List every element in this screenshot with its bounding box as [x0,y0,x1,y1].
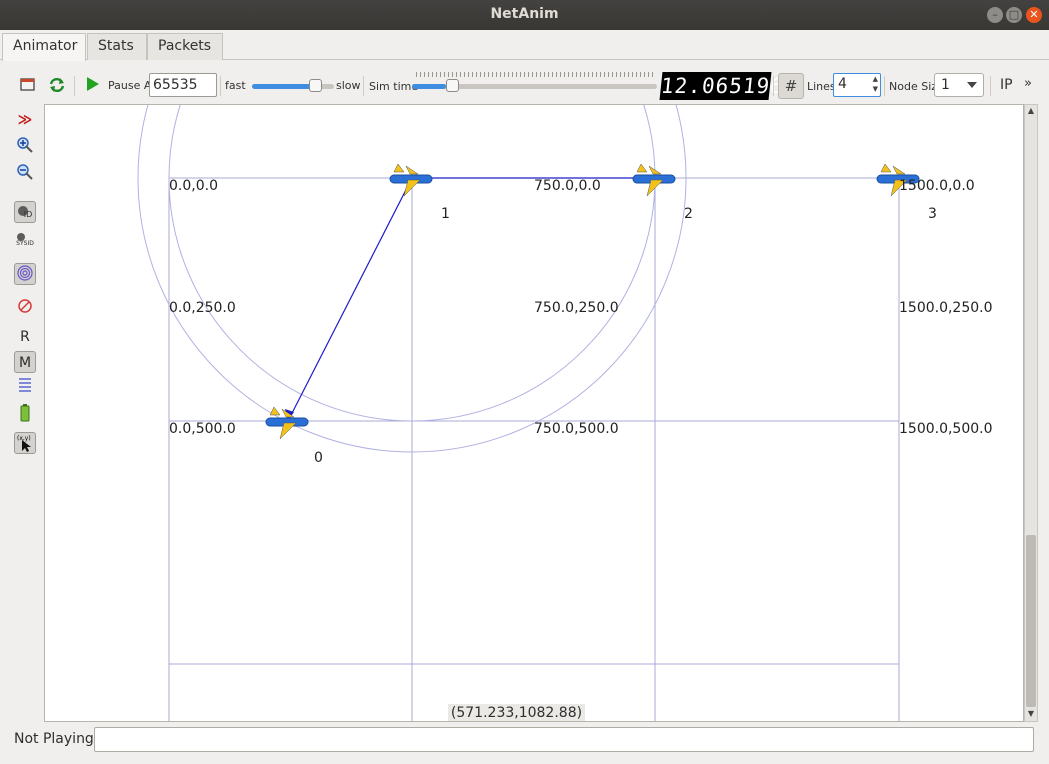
close-icon[interactable]: ✕ [1026,7,1042,23]
spin-down-icon[interactable]: ▼ [873,85,878,93]
window-title: NetAnim [490,6,559,22]
title-bar: NetAnim – □ ✕ [0,0,1049,30]
slow-label: slow [336,79,361,92]
grid-lines [168,177,900,721]
battery-icon[interactable] [14,404,36,426]
grid-label: 0.0,250.0 [169,300,236,316]
show-node-id-button[interactable]: ID [14,201,36,223]
animator-toolbar: Pause At 65535 fast slow Sim time 12.065… [0,66,1049,106]
sim-time-slider-handle[interactable] [446,79,460,92]
node-1-plane-icon[interactable] [389,163,433,197]
grid-label: 0.0,0.0 [169,178,218,194]
animation-canvas[interactable]: 0.0,0.0 750.0,0.0 1500.0,0.0 0.0,250.0 7… [44,104,1024,722]
left-toolbar: ≫ ID SYSID R M (x,y) [0,106,44,722]
chevron-down-icon [967,82,977,88]
mouse-position-button[interactable]: (x,y) [14,432,36,454]
lines-value: 4 [838,76,847,92]
ip-toggle-button[interactable]: IP [1000,77,1013,93]
node-id-label: 3 [928,206,937,222]
scrollbar-thumb[interactable] [1026,535,1036,707]
zoom-in-icon[interactable] [14,136,36,158]
minimize-icon[interactable]: – [987,7,1003,23]
speed-slider-handle[interactable] [308,79,322,92]
tab-animator[interactable]: Animator [2,33,86,61]
node-id-label: 0 [314,450,323,466]
node-id-label: 2 [684,206,693,222]
grid-label: 1500.0,250.0 [899,300,993,316]
expand-icon[interactable]: ≫ [14,109,36,131]
grid-label: 750.0,0.0 [534,178,601,194]
scroll-down-icon[interactable]: ▼ [1026,709,1036,719]
lines-label: Lines [807,80,836,93]
packet-lines-icon[interactable] [14,376,36,398]
system-id-label: SYSID [16,240,34,247]
tab-bar: Animator Stats Packets [0,30,1049,61]
node-2-plane-icon[interactable] [632,163,676,197]
sim-time-display: 12.065196 [659,72,786,100]
pause-at-input[interactable]: 65535 [149,73,217,97]
wireless-circles-button[interactable] [14,263,36,285]
tab-packets[interactable]: Packets [147,33,223,60]
tab-stats[interactable]: Stats [87,33,147,60]
no-entry-icon[interactable] [14,298,36,320]
topology-view [137,105,920,721]
node-size-select[interactable]: 1 [934,73,984,97]
grid-label: 1500.0,0.0 [899,178,975,194]
node-id-label: 1 [441,206,450,222]
status-label: Not Playing [14,731,94,747]
mobility-button[interactable]: M [14,351,36,373]
show-system-id-button[interactable]: SYSID [14,230,36,252]
mouse-coordinates: (571.233,1082.88) [448,704,585,721]
node-size-value: 1 [941,77,950,93]
grid-icon: # [784,77,798,95]
spin-up-icon[interactable]: ▲ [873,75,878,83]
svg-text:(x,y): (x,y) [17,435,31,442]
grid-label: 750.0,500.0 [534,421,619,437]
zoom-out-icon[interactable] [14,163,36,185]
sim-time-label: Sim time [369,80,419,93]
maximize-icon[interactable]: □ [1006,7,1022,23]
play-icon[interactable] [85,76,101,95]
routing-button[interactable]: R [14,326,36,348]
grid-toggle-button[interactable]: # [778,73,804,99]
scroll-up-icon[interactable]: ▲ [1026,106,1036,116]
vertical-scrollbar[interactable]: ▲ ▼ [1024,104,1038,722]
fast-label: fast [225,79,246,92]
reload-icon[interactable] [48,76,66,97]
grid-label: 0.0,500.0 [169,421,236,437]
grid-label: 1500.0,500.0 [899,421,993,437]
status-field [94,727,1034,752]
link-1-0 [287,177,413,422]
open-file-icon[interactable] [20,76,36,95]
grid-label: 750.0,250.0 [534,300,619,316]
more-tools-icon[interactable]: » [1024,76,1032,91]
lines-spinbox[interactable]: 4 ▲ ▼ [833,73,881,97]
node-id-label: ID [23,210,33,219]
